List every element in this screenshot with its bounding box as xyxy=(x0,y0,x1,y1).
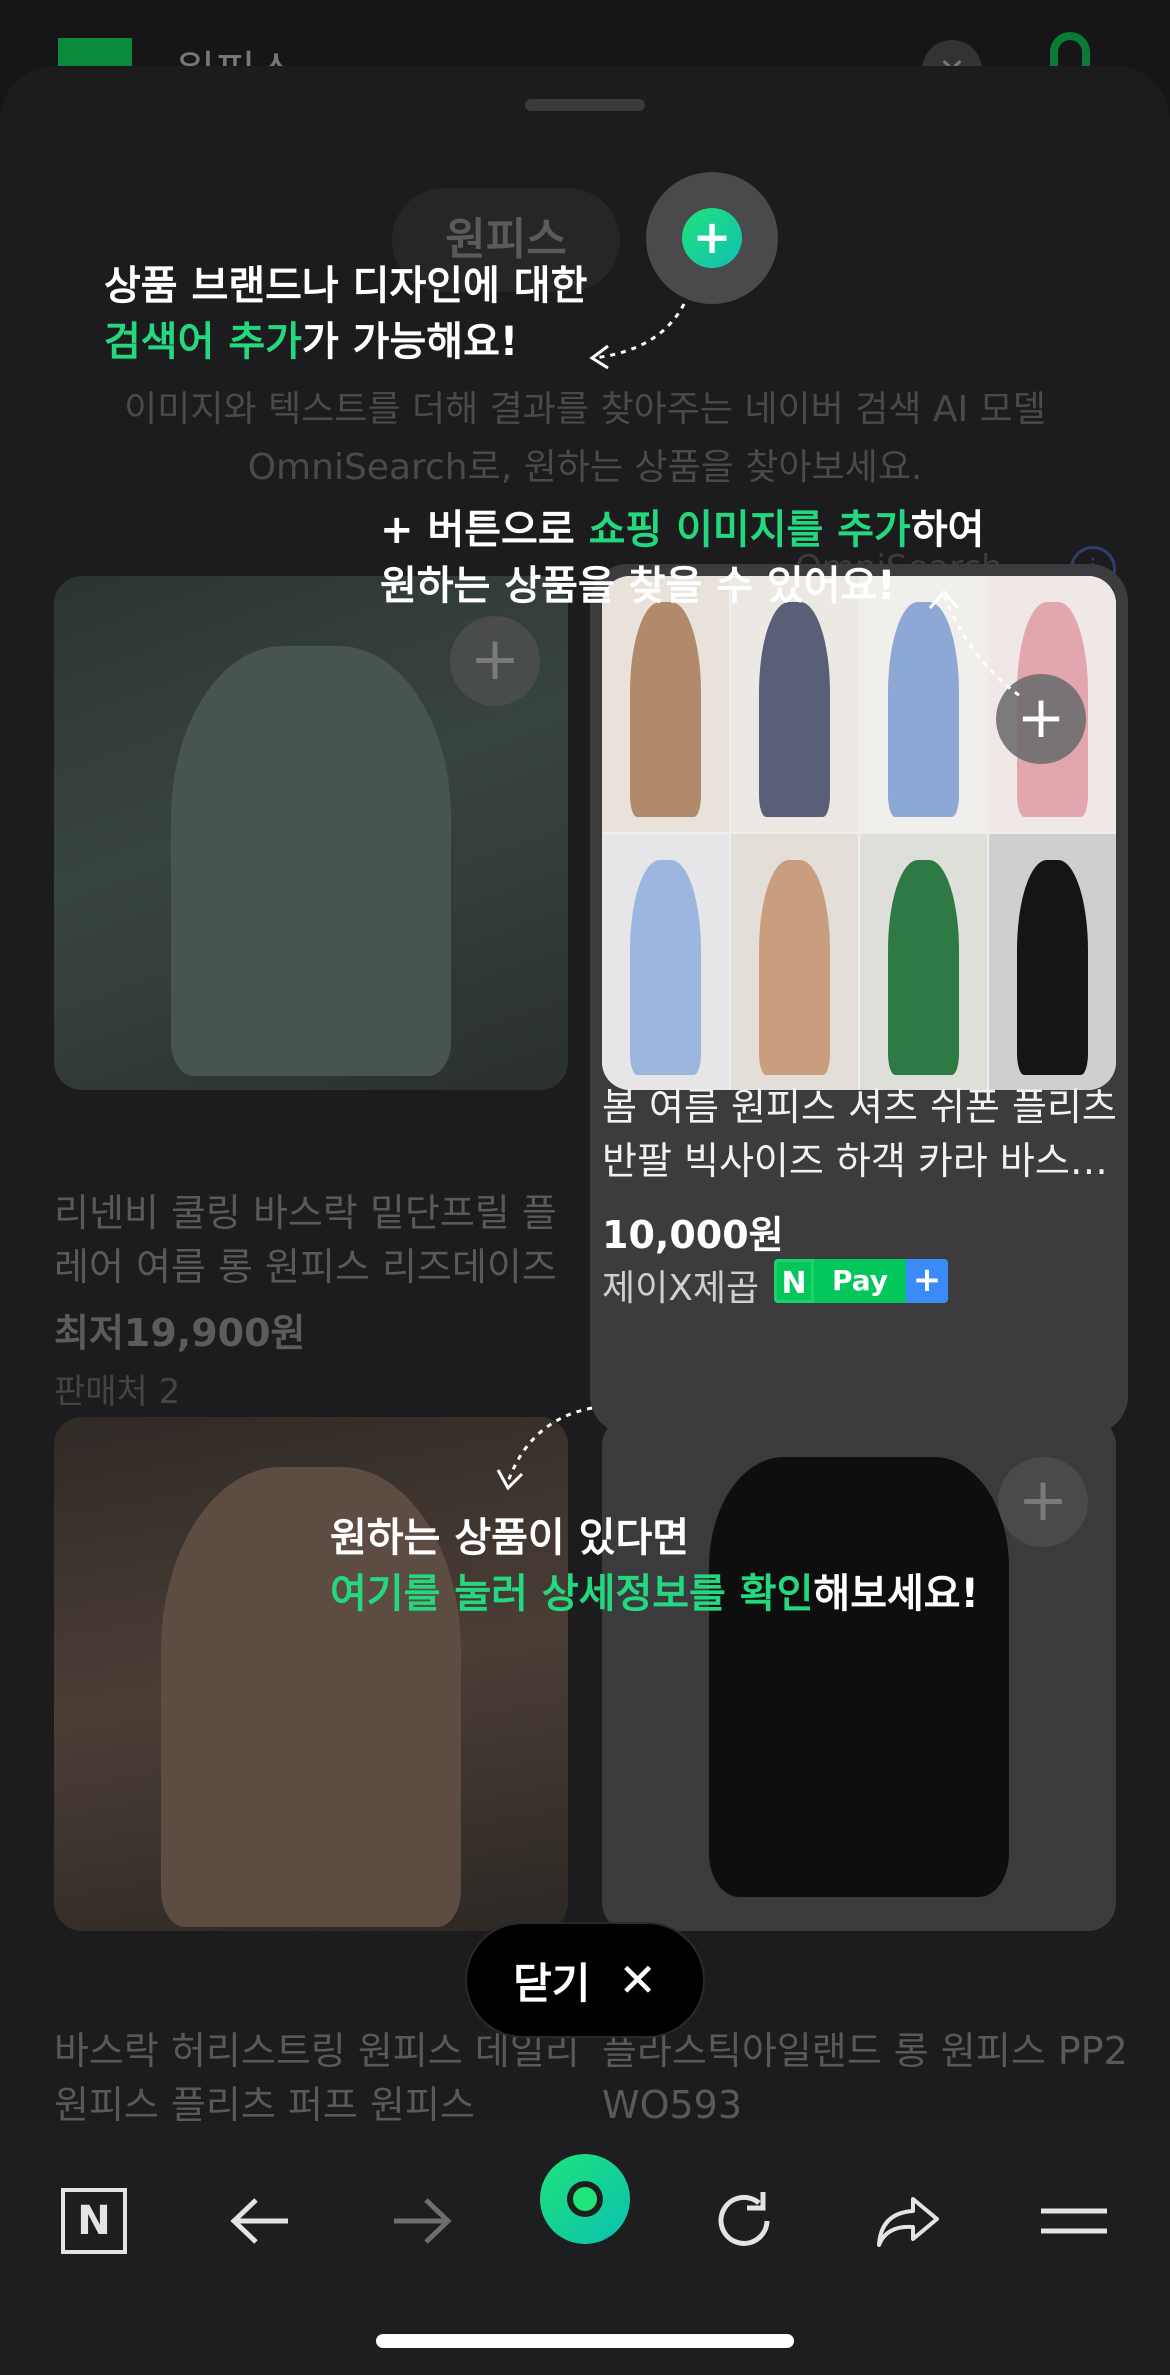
arrow-to-search-input xyxy=(593,303,686,360)
tip3-highlight: 여기를 눌러 상세정보를 확인 xyxy=(330,1571,814,1617)
share-button[interactable] xyxy=(858,2162,958,2280)
tip3-rest: 해보세요! xyxy=(813,1571,979,1617)
tip3-line-1: 원하는 상품이 있다면 xyxy=(330,1515,690,1561)
menu-button[interactable] xyxy=(1024,2162,1124,2280)
tip3-line-2: 여기를 눌러 상세정보를 확인해보세요! xyxy=(330,1566,979,1622)
green-dot-inner xyxy=(573,2187,597,2211)
tip1-line-2: 검색어 추가가 가능해요! xyxy=(104,314,587,370)
bottom-nav: N xyxy=(0,2122,1170,2375)
tip-search-term: 상품 브랜드나 디자인에 대한 검색어 추가가 가능해요! xyxy=(104,258,587,370)
back-arrow-icon xyxy=(230,2198,288,2244)
close-tutorial-button[interactable]: 닫기 ✕ xyxy=(465,1922,705,2038)
tip2-post: 하여 xyxy=(910,507,985,553)
share-icon xyxy=(877,2197,939,2247)
close-label: 닫기 xyxy=(513,1958,591,2008)
reload-icon xyxy=(718,2192,770,2246)
menu-icon xyxy=(1041,2208,1107,2234)
tip-add-image: + 버튼으로 쇼핑 이미지를 추가하여 원하는 상품을 찾을 수 있어요! xyxy=(380,502,984,614)
tip-product-detail: 원하는 상품이 있다면 여기를 눌러 상세정보를 확인해보세요! xyxy=(330,1510,979,1622)
forward-arrow-icon xyxy=(394,2198,452,2244)
close-icon: ✕ xyxy=(618,1953,657,2007)
tip1-highlight: 검색어 추가 xyxy=(104,319,302,365)
back-button[interactable] xyxy=(210,2162,310,2280)
tip1-rest: 가 가능해요! xyxy=(301,319,519,365)
tip2-highlight: 쇼핑 이미지를 추가 xyxy=(588,507,911,553)
forward-button[interactable] xyxy=(372,2162,472,2280)
tip1-line-1: 상품 브랜드나 디자인에 대한 xyxy=(104,263,588,309)
omnisearch-button[interactable] xyxy=(540,2154,630,2244)
naver-home-icon: N xyxy=(61,2188,127,2254)
arrow-to-product-card xyxy=(506,1406,593,1483)
tip2-line-2: 원하는 상품을 찾을 수 있어요! xyxy=(380,563,896,609)
reload-button[interactable] xyxy=(694,2162,794,2280)
naver-home-button[interactable]: N xyxy=(44,2162,144,2280)
tip2-line-1: + 버튼으로 쇼핑 이미지를 추가하여 xyxy=(380,502,984,558)
tip2-pre: + 버튼으로 xyxy=(380,507,589,553)
home-indicator[interactable] xyxy=(376,2334,794,2348)
